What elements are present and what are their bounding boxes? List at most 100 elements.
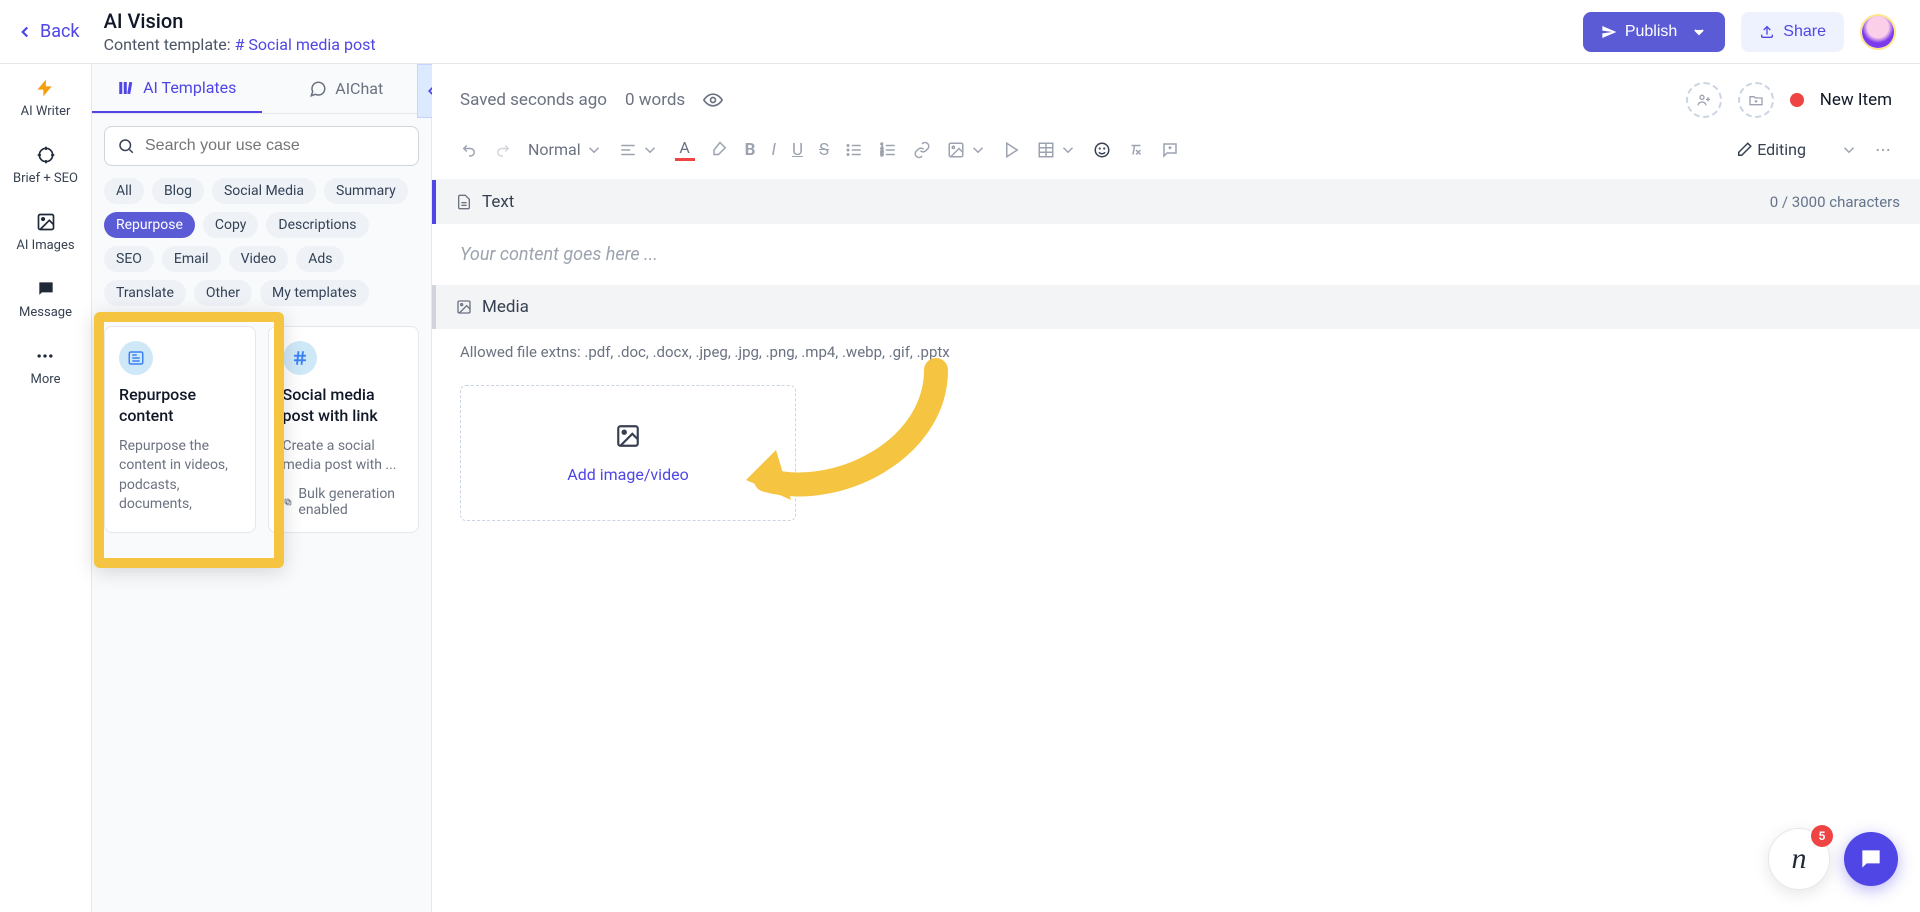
card-title: Repurpose content (119, 385, 241, 427)
newspaper-icon (119, 341, 153, 375)
rail-ai-images[interactable]: AI Images (16, 212, 74, 253)
bold-button[interactable]: B (745, 140, 756, 160)
title-block: AI Vision Content template: # Social med… (104, 9, 376, 54)
pill-repurpose[interactable]: Repurpose (104, 212, 195, 238)
font-color-button[interactable]: A (675, 138, 695, 161)
rail-message[interactable]: Message (19, 279, 72, 320)
align-dropdown[interactable] (619, 141, 659, 159)
image-icon (36, 212, 56, 232)
editing-label: Editing (1757, 140, 1806, 159)
copy-icon (283, 495, 293, 509)
pill-row: All Blog Social Media Summary Repurpose … (92, 178, 431, 314)
play-icon (1003, 141, 1021, 159)
section-title: Media (482, 297, 529, 317)
dots-icon (1874, 141, 1892, 159)
user-plus-icon (1696, 92, 1712, 108)
template-link[interactable]: # Social media post (235, 35, 376, 54)
card-desc: Repurpose the content in videos, podcast… (119, 437, 241, 515)
style-label: Normal (528, 140, 581, 159)
publish-button[interactable]: Publish (1583, 12, 1725, 52)
table-dropdown[interactable] (1037, 141, 1077, 159)
editor-area: Saved seconds ago 0 words New Item Norma… (432, 64, 1920, 912)
avatar-image (1862, 16, 1894, 48)
media-dropzone[interactable]: Add image/video (460, 385, 796, 521)
card-footer: Bulk generation enabled (283, 486, 405, 518)
pill-translate[interactable]: Translate (104, 280, 186, 306)
templates-panel: AI Templates AIChat All Blog Social Medi… (92, 64, 432, 912)
numbered-list-button[interactable]: 123 (879, 141, 897, 159)
page-title: AI Vision (104, 9, 376, 33)
back-label: Back (40, 21, 80, 42)
pill-seo[interactable]: SEO (104, 246, 154, 272)
comment-button[interactable] (1161, 141, 1179, 159)
highlight-button[interactable] (711, 141, 729, 159)
template-prefix: Content template: (104, 35, 235, 54)
emoji-button[interactable] (1093, 141, 1111, 159)
more-toolbar-button[interactable] (1874, 141, 1892, 159)
pill-email[interactable]: Email (162, 246, 221, 272)
pill-my-templates[interactable]: My templates (260, 280, 369, 306)
video-button[interactable] (1003, 141, 1021, 159)
chevron-down-icon (1059, 141, 1077, 159)
pill-video[interactable]: Video (229, 246, 289, 272)
rail-more[interactable]: More (31, 346, 61, 387)
align-left-icon (619, 141, 637, 159)
share-label: Share (1783, 23, 1826, 41)
redo-button[interactable] (494, 141, 512, 159)
add-folder-button[interactable] (1738, 82, 1774, 118)
chat-icon (309, 80, 327, 98)
eye-icon[interactable] (703, 90, 723, 110)
tab-ai-chat[interactable]: AIChat (262, 64, 432, 113)
underline-button[interactable]: U (792, 140, 803, 160)
pill-ads[interactable]: Ads (296, 246, 344, 272)
undo-button[interactable] (460, 141, 478, 159)
highlight-icon (711, 141, 729, 159)
strikethrough-button[interactable]: S (819, 140, 829, 160)
editing-mode-dropdown[interactable]: Editing (1735, 140, 1858, 159)
rail-ai-writer[interactable]: AI Writer (21, 78, 71, 119)
notifications-widget[interactable]: n 5 (1768, 828, 1830, 890)
media-section-header: Media (436, 285, 1920, 329)
library-icon (117, 79, 135, 97)
image-icon (947, 141, 965, 159)
pill-copy[interactable]: Copy (203, 212, 259, 238)
pill-all[interactable]: All (104, 178, 144, 204)
card-social-media-post[interactable]: Social media post with link Create a soc… (268, 326, 420, 533)
chat-widget[interactable] (1844, 832, 1898, 886)
pill-blog[interactable]: Blog (152, 178, 204, 204)
clear-format-button[interactable] (1127, 141, 1145, 159)
status-text[interactable]: New Item (1820, 90, 1892, 110)
search-input[interactable] (145, 137, 406, 155)
tab-ai-templates[interactable]: AI Templates (92, 64, 262, 113)
numbered-list-icon: 123 (879, 141, 897, 159)
hash-icon (283, 341, 317, 375)
back-button[interactable]: Back (16, 21, 80, 42)
image-dropdown[interactable] (947, 141, 987, 159)
pill-other[interactable]: Other (194, 280, 252, 306)
rail-label: Message (19, 305, 72, 320)
italic-button[interactable]: I (771, 140, 775, 160)
chevron-down-icon (1840, 141, 1858, 159)
share-button[interactable]: Share (1741, 12, 1844, 52)
color-bar (675, 158, 695, 161)
pill-summary[interactable]: Summary (324, 178, 408, 204)
image-icon (615, 423, 641, 449)
pill-social-media[interactable]: Social Media (212, 178, 316, 204)
text-editor-body[interactable]: Your content goes here ... (432, 224, 1920, 285)
upload-icon (1759, 24, 1775, 40)
search-box[interactable] (104, 126, 419, 166)
rail-brief-seo[interactable]: Brief + SEO (13, 145, 78, 186)
chevron-down-icon (585, 141, 603, 159)
style-dropdown[interactable]: Normal (528, 140, 603, 159)
add-collaborator-button[interactable] (1686, 82, 1722, 118)
undo-icon (460, 141, 478, 159)
left-rail: AI Writer Brief + SEO AI Images Message … (0, 64, 92, 912)
card-repurpose-content[interactable]: Repurpose content Repurpose the content … (104, 326, 256, 533)
link-button[interactable] (913, 141, 931, 159)
bolt-icon (35, 78, 55, 98)
bullet-list-button[interactable] (845, 141, 863, 159)
floating-widgets: n 5 (1768, 828, 1898, 890)
text-section: Text 0 / 3000 characters (432, 180, 1920, 224)
user-avatar[interactable] (1860, 14, 1896, 50)
pill-descriptions[interactable]: Descriptions (266, 212, 368, 238)
